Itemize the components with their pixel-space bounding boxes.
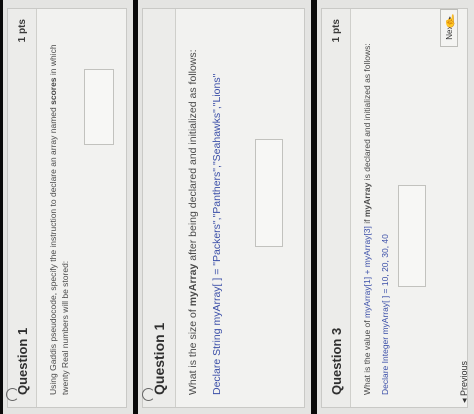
mouse-cursor-icon: ☝	[443, 14, 458, 28]
question-card: Question 1 What is the size of myArray a…	[142, 8, 305, 408]
question-flag-icon[interactable]	[6, 388, 19, 401]
question-card: Question 1 1 pts Using Gaddis pseudocode…	[7, 8, 127, 408]
keyword-myarray: myArray	[187, 263, 199, 307]
previous-button[interactable]: ◂ Previous	[459, 361, 470, 403]
quiz-panel-1: Question 1 1 pts Using Gaddis pseudocode…	[3, 0, 133, 414]
question-card: Question 3 1 pts What is the value of my…	[321, 8, 470, 408]
keyword-myarray: myArray	[362, 182, 372, 218]
points-label: 1 pts	[330, 19, 342, 43]
question-title: Question 1	[151, 322, 167, 395]
answer-input[interactable]	[84, 69, 114, 145]
question-header: Question 1 1 pts	[8, 9, 37, 407]
points-label: 1 pts	[16, 19, 28, 43]
question-text: What is the size of myArray after being …	[176, 9, 225, 407]
code-snippet: Declare Integer myArray[ ] = 10, 20, 30,…	[380, 234, 390, 395]
question-title: Question 1	[14, 327, 30, 395]
question-header: Question 3 1 pts	[322, 9, 351, 407]
answer-input[interactable]	[255, 139, 283, 247]
code-snippet: Declare String myArray[ ] = "Packers","P…	[211, 73, 223, 395]
question-text: What is the value of myArray[1] + myArra…	[351, 9, 391, 407]
question-header: Question 1	[143, 9, 176, 407]
keyword-scores: scores	[48, 77, 58, 105]
question-text: Using Gaddis pseudocode, specify the ins…	[48, 44, 70, 395]
quiz-panel-2: Question 1 What is the size of myArray a…	[138, 0, 311, 414]
answer-input[interactable]	[398, 185, 426, 287]
question-title: Question 3	[328, 327, 344, 395]
question-flag-icon[interactable]	[142, 388, 155, 401]
quiz-panel-3: Question 3 1 pts What is the value of my…	[317, 0, 474, 414]
expression-text: myArray[1] + myArray[3]	[362, 226, 372, 318]
